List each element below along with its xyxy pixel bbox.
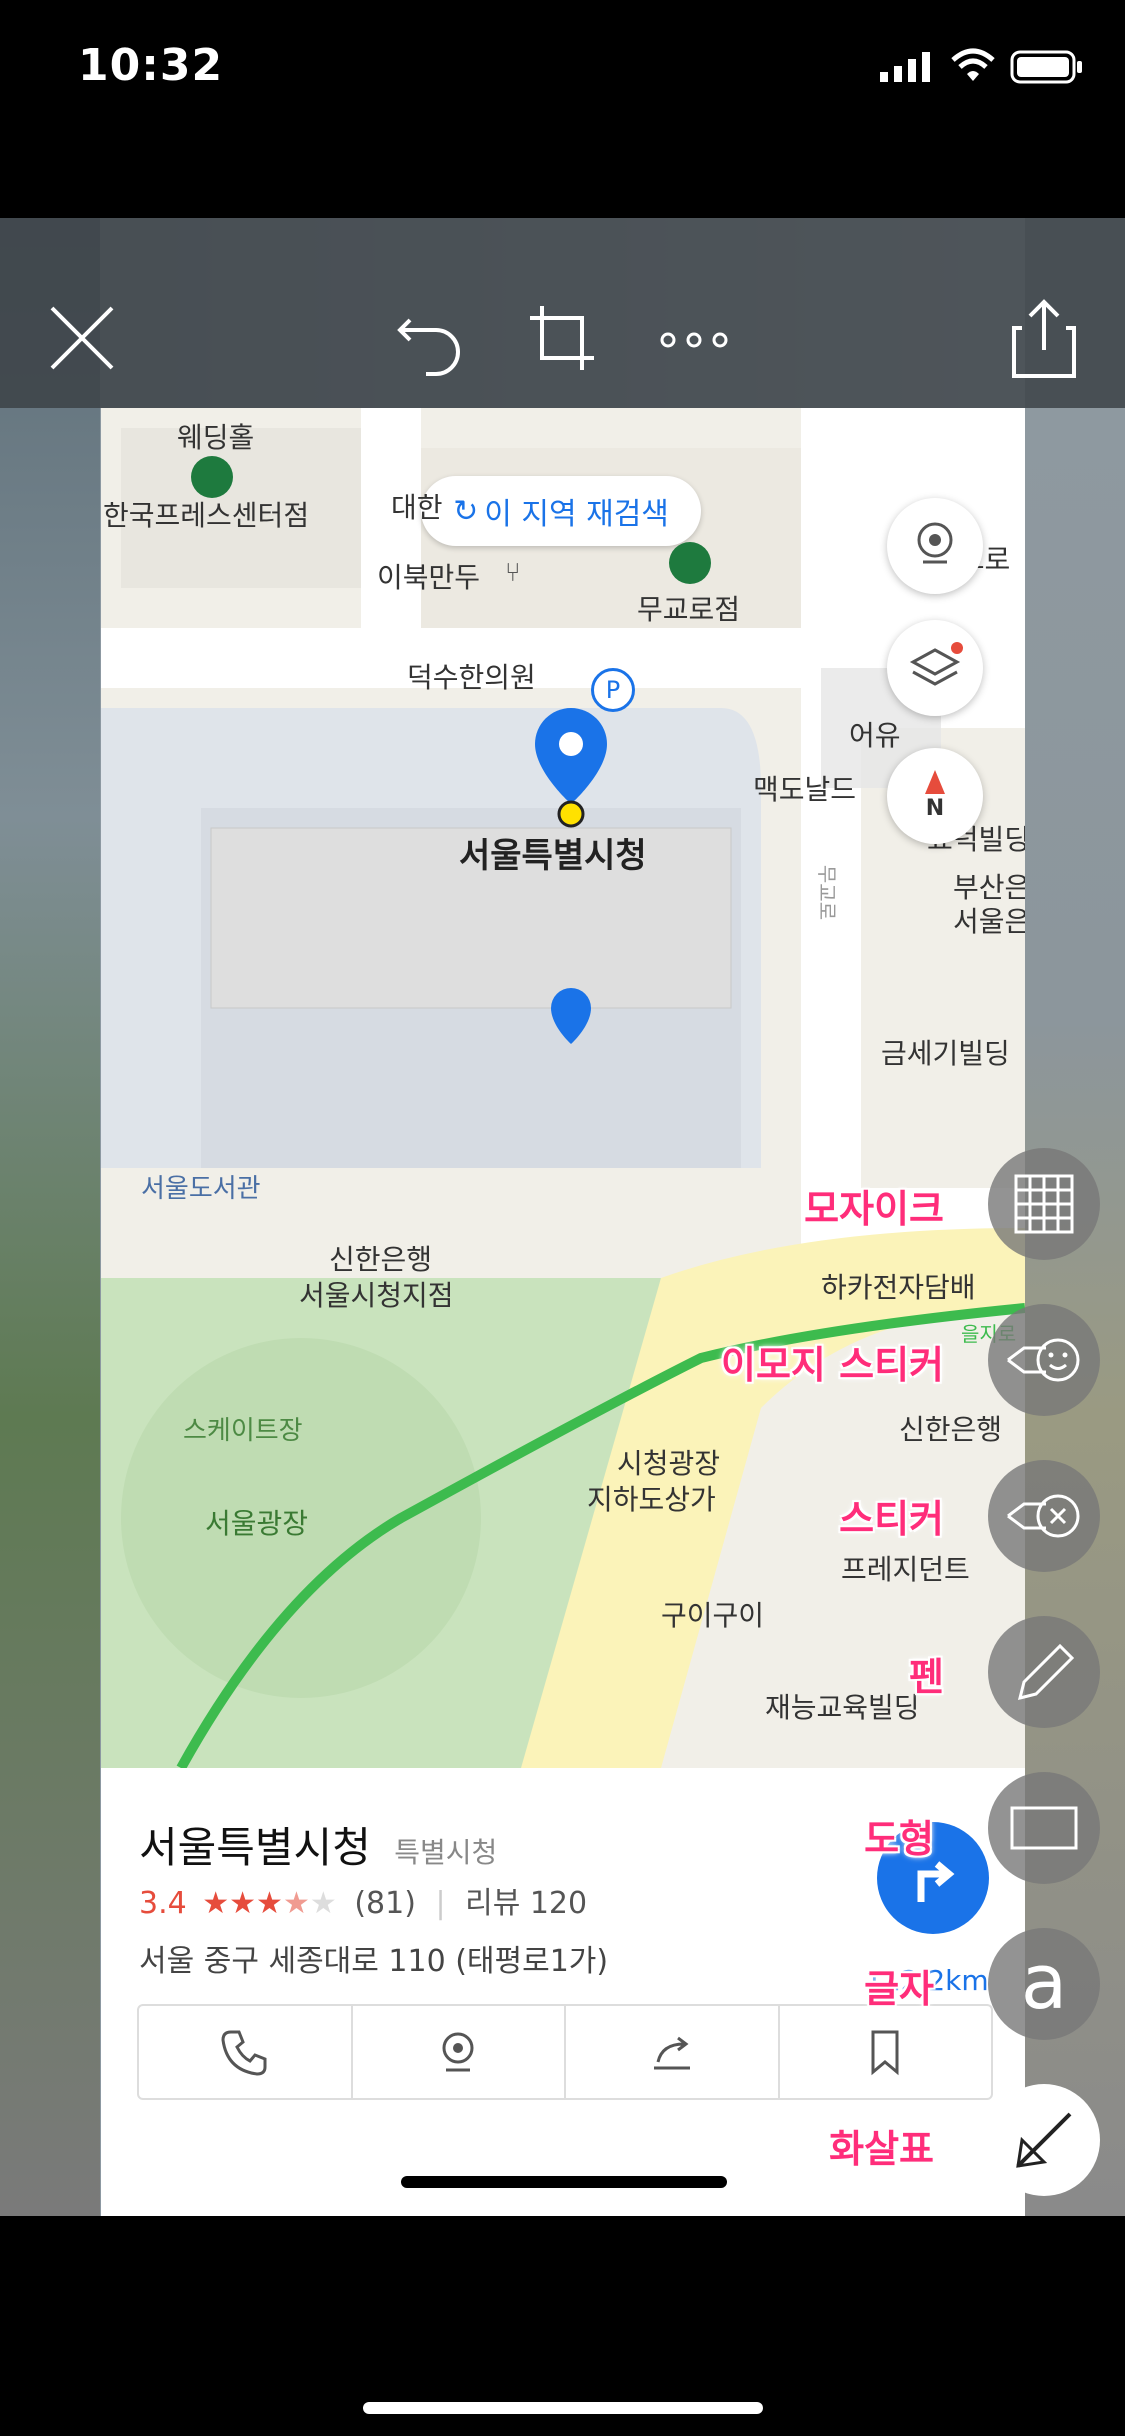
compass-label: N (925, 796, 945, 821)
map-label: 덕수한의원 (407, 661, 536, 694)
map-label: 무교로점 (637, 593, 741, 626)
home-indicator (401, 2176, 727, 2188)
undo-icon[interactable] (390, 298, 470, 378)
text-icon: a (1021, 1937, 1068, 2026)
rating-stars-icon: ★★★★★ (202, 1886, 337, 1921)
place-name: 서울특별시청 (139, 1823, 371, 1872)
map-label: 하카전자담배 (821, 1271, 976, 1304)
save-button[interactable] (780, 2006, 992, 2098)
map-label: 서울시청지점 (299, 1279, 454, 1312)
map-label: 맥도날드 (753, 773, 857, 806)
pen-tool-button[interactable] (988, 1616, 1100, 1728)
divider: | (435, 1886, 446, 1921)
wifi-icon (950, 48, 996, 88)
share-icon[interactable] (1004, 298, 1084, 378)
mosaic-icon (1014, 1174, 1074, 1234)
rating-row: 3.4 ★★★★★ (81) | 리뷰 120 (139, 1878, 587, 1922)
map-label: 대한 (391, 491, 443, 524)
share-icon (653, 2036, 690, 2070)
map-label: 지하도상가 (587, 1483, 716, 1516)
map-label: 신한은행 (329, 1243, 433, 1276)
system-home-indicator (363, 2402, 763, 2414)
map-label: 구이구이 (661, 1599, 765, 1632)
map-label: 스케이트장 (183, 1416, 303, 1446)
map-label: 한국프레스센터점 (103, 499, 310, 532)
restaurant-icon: ⑂ (505, 558, 521, 588)
rating-score: 3.4 (139, 1886, 187, 1921)
map-label: 서울도서관 (141, 1174, 261, 1204)
shape-tool-button[interactable] (988, 1772, 1100, 1884)
map-view[interactable]: ↻ 이 지역 재검색 웨딩홀 한국프레스센터점 대한 이북만두 무교로점 메트로… (101, 408, 1025, 1768)
emoji-sticker-icon (1007, 1338, 1080, 1382)
research-area-button[interactable]: ↻ 이 지역 재검색 (421, 476, 701, 546)
call-button[interactable] (139, 2006, 353, 2098)
phone-icon (221, 2030, 267, 2076)
map-label: 서울광장 (205, 1507, 309, 1540)
map-label: 무교로 (815, 864, 840, 921)
sticker-tool-button[interactable] (988, 1460, 1100, 1572)
location-icon (442, 2032, 474, 2072)
arrow-label: 화살표 (829, 2127, 934, 2171)
map-label: 금세기빌딩 (881, 1037, 1010, 1070)
screenshot-editor: ↻ 이 지역 재검색 웨딩홀 한국프레스센터점 대한 이북만두 무교로점 메트로… (0, 218, 1125, 2216)
location-pin-icon (531, 708, 611, 832)
battery-icon (1010, 50, 1084, 88)
arrow-icon (1016, 2112, 1072, 2168)
map-label: 프레지던트 (841, 1553, 970, 1586)
signal-icon (880, 52, 936, 86)
research-label: 이 지역 재검색 (484, 497, 669, 532)
starbucks-icon (191, 456, 233, 498)
parking-icon: P (591, 668, 635, 712)
pen-label: 펜 (909, 1655, 944, 1699)
editor-toolbar (0, 218, 1125, 408)
status-time: 10:32 (78, 40, 224, 91)
location-button[interactable] (353, 2006, 566, 2098)
mosaic-tool-button[interactable] (988, 1148, 1100, 1260)
review-count: 리뷰 120 (465, 1886, 588, 1921)
place-address: 서울 중구 세종대로 110 (태평로1가) (139, 1944, 609, 1979)
text-tool-button[interactable]: a (988, 1928, 1100, 2040)
svg-text:a: a (1021, 1937, 1068, 2026)
close-icon[interactable] (42, 298, 122, 378)
map-label: 웨딩홀 (177, 421, 255, 454)
pen-icon (1017, 1643, 1075, 1701)
bookmark-icon (871, 2030, 899, 2076)
blurred-background-left (0, 218, 100, 2216)
map-label: 시청광장 (617, 1447, 721, 1480)
mosaic-label: 모자이크 (804, 1187, 944, 1231)
emoji-sticker-tool-button[interactable] (988, 1304, 1100, 1416)
refresh-icon: ↻ (453, 493, 479, 529)
rating-count: (81) (354, 1886, 416, 1921)
map-label: 서울은 (953, 905, 1025, 938)
emoji-sticker-label: 이모지 스티커 (721, 1343, 944, 1387)
sticker-label: 스티커 (839, 1497, 944, 1541)
my-location-button[interactable] (887, 498, 983, 594)
share-place-button[interactable] (566, 2006, 780, 2098)
shape-label: 도형 (864, 1817, 934, 1861)
secondary-pin-icon (549, 988, 593, 1052)
compass-button[interactable]: N (887, 748, 983, 844)
more-icon[interactable] (654, 298, 734, 378)
text-label: 글자 (864, 1967, 934, 2011)
shape-icon (1010, 1806, 1078, 1850)
sticker-icon (1007, 1494, 1080, 1538)
captured-screenshot: ↻ 이 지역 재검색 웨딩홀 한국프레스센터점 대한 이북만두 무교로점 메트로… (101, 408, 1025, 2216)
starbucks-icon (669, 542, 711, 584)
map-label: 이북만두 (377, 561, 481, 594)
map-label: 신한은행 (899, 1413, 1003, 1446)
layers-button[interactable] (887, 620, 983, 716)
place-name-row: 서울특별시청 특별시청 (139, 1814, 497, 1875)
place-category: 특별시청 (394, 1836, 498, 1869)
crop-icon[interactable] (522, 298, 602, 378)
arrow-tool-button[interactable] (988, 2084, 1100, 2196)
map-label-main: 서울특별시청 (459, 836, 647, 876)
action-bar (137, 2004, 993, 2100)
